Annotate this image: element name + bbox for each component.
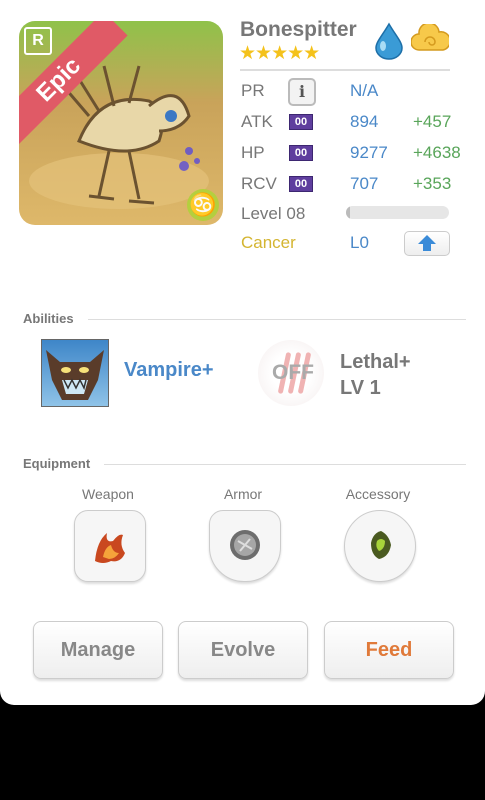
- hp-plus-badge: 00: [289, 145, 313, 161]
- atk-bonus: +457: [413, 112, 452, 131]
- header-divider: [240, 69, 450, 71]
- weapon-label: Weapon: [82, 486, 134, 502]
- pr-info-button[interactable]: i: [288, 78, 316, 106]
- passive-ability-name[interactable]: Lethal+ LV 1: [340, 349, 411, 401]
- hp-label: HP: [241, 143, 265, 162]
- passive-ability-status: OFF: [272, 361, 314, 384]
- rcv-value: 707: [350, 174, 379, 193]
- atk-label: ATK: [241, 112, 273, 131]
- box-badge-icon: R: [24, 27, 52, 55]
- rcv-plus-badge: 00: [289, 176, 313, 192]
- active-ability-name[interactable]: Vampire+: [124, 359, 214, 382]
- monster-portrait[interactable]: Epic R ♋: [19, 21, 223, 225]
- feed-button[interactable]: Feed: [324, 621, 454, 679]
- pr-value: N/A: [350, 81, 379, 100]
- armor-label: Armor: [223, 486, 263, 502]
- flame-claw-icon: [95, 533, 125, 563]
- vampire-ability-icon[interactable]: [41, 339, 109, 407]
- upgrade-button[interactable]: [404, 231, 450, 256]
- silver-orb-icon: [230, 530, 260, 560]
- green-gem-icon: [371, 531, 391, 559]
- rcv-bonus: +353: [413, 174, 452, 193]
- level-label: Level 08: [241, 204, 306, 223]
- abilities-divider: [88, 319, 466, 320]
- exp-progress-bar: [346, 206, 449, 219]
- cancer-sign-icon: ♋: [187, 189, 219, 221]
- sign-label: Cancer: [241, 233, 296, 252]
- weapon-slot[interactable]: [74, 510, 146, 582]
- hp-value: 9277: [350, 143, 388, 162]
- accessory-slot[interactable]: [344, 510, 416, 582]
- passive-ability-name-line1: Lethal+: [340, 351, 411, 373]
- rcv-label: RCV: [241, 174, 277, 193]
- monster-detail-card: Epic R ♋ Bonespitter ★★★★★ PR i N/A ATK …: [0, 0, 485, 705]
- manage-button[interactable]: Manage: [33, 621, 163, 679]
- atk-value: 894: [350, 112, 379, 131]
- cloud-icon: [411, 24, 449, 51]
- monster-name: Bonespitter: [240, 18, 357, 41]
- star-rating: ★★★★★: [239, 43, 320, 64]
- abilities-title: Abilities: [23, 311, 74, 326]
- sign-skill-level: L0: [350, 233, 369, 252]
- evolve-button[interactable]: Evolve: [178, 621, 308, 679]
- equipment-divider: [104, 464, 466, 465]
- water-drop-icon: [375, 22, 403, 60]
- pr-label: PR: [241, 81, 265, 100]
- armor-slot[interactable]: [209, 510, 281, 582]
- vampire-bat-icon: [46, 350, 104, 400]
- equipment-title: Equipment: [23, 456, 91, 471]
- passive-ability-level: LV 1: [340, 377, 381, 399]
- exp-progress-fill: [346, 206, 351, 219]
- hp-bonus: +4638: [413, 143, 461, 162]
- accessory-label: Accessory: [345, 486, 411, 502]
- atk-plus-badge: 00: [289, 114, 313, 130]
